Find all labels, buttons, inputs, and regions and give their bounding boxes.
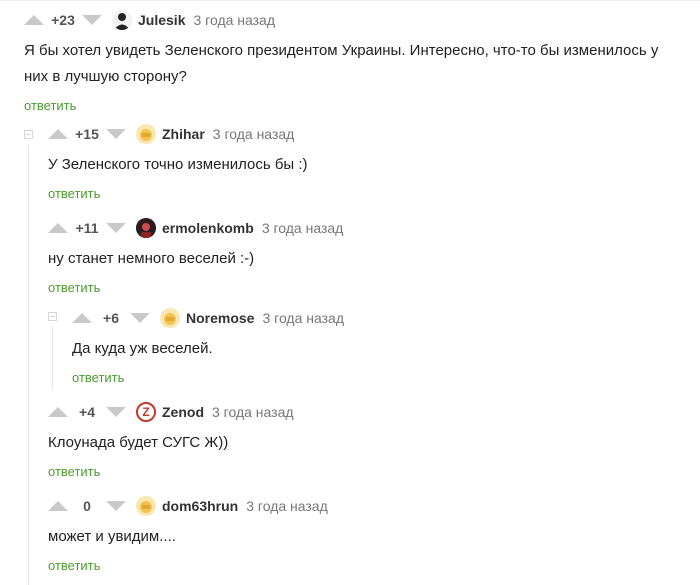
downvote-icon[interactable] xyxy=(106,129,126,139)
reply-link[interactable]: ответить xyxy=(48,186,100,201)
reply-link[interactable]: ответить xyxy=(48,464,100,479)
avatar[interactable]: Z xyxy=(136,402,156,422)
comment: +23 Julesik 3 года назад Я бы хотел увид… xyxy=(24,10,684,115)
upvote-icon[interactable] xyxy=(24,15,44,25)
collapse-thread-button[interactable] xyxy=(48,312,57,321)
author-name[interactable]: dom63hrun xyxy=(162,498,238,514)
comment: +11 ermolenkomb 3 года назад ну станет н… xyxy=(48,218,678,297)
comment-score: +15 xyxy=(75,126,99,142)
comment-time: 3 года назад xyxy=(262,310,345,326)
reply-link[interactable]: ответить xyxy=(48,558,100,573)
author-name[interactable]: Zhihar xyxy=(162,126,205,142)
avatar[interactable] xyxy=(136,496,156,516)
default-avatar-icon xyxy=(164,313,176,325)
author-name[interactable]: ermolenkomb xyxy=(162,220,254,236)
default-avatar-icon xyxy=(140,129,152,141)
comment-header: +15 Zhihar 3 года назад xyxy=(48,124,678,144)
comment-score: +23 xyxy=(51,12,75,28)
comment-time: 3 года назад xyxy=(246,498,328,514)
downvote-icon[interactable] xyxy=(106,223,126,233)
comment-text: ну станет немного веселей :-) xyxy=(48,250,255,267)
downvote-icon[interactable] xyxy=(106,407,126,417)
downvote-icon[interactable] xyxy=(106,501,126,511)
thread-line xyxy=(28,145,29,585)
avatar[interactable] xyxy=(136,218,156,238)
default-avatar-icon xyxy=(140,501,152,513)
comment-text: Я бы хотел увидеть Зеленского президенто… xyxy=(24,42,659,85)
upvote-icon[interactable] xyxy=(72,313,92,323)
comment: 0 dom63hrun 3 года назад может и увидим.… xyxy=(48,496,678,575)
comment-time: 3 года назад xyxy=(212,126,295,142)
downvote-icon[interactable] xyxy=(82,15,102,25)
comment-header: 0 dom63hrun 3 года назад xyxy=(48,496,678,516)
author-name[interactable]: Julesik xyxy=(138,12,185,28)
comment-score: +11 xyxy=(75,220,99,236)
upvote-icon[interactable] xyxy=(48,223,68,233)
upvote-icon[interactable] xyxy=(48,501,68,511)
comment-time: 3 года назад xyxy=(212,404,294,420)
comment-time: 3 года назад xyxy=(261,220,344,236)
top-divider xyxy=(0,0,700,1)
upvote-icon[interactable] xyxy=(48,407,68,417)
comment-text: Да куда уж веселей. xyxy=(72,340,213,357)
comment-score: 0 xyxy=(83,498,91,514)
comment-header: +23 Julesik 3 года назад xyxy=(24,10,684,30)
comment-header: +4 Z Zenod 3 года назад xyxy=(48,402,678,422)
comment-text: может и увидим.... xyxy=(48,528,176,545)
comment-text: У Зеленского точно изменилось бы :) xyxy=(48,156,308,173)
thread-line xyxy=(52,326,53,390)
avatar[interactable] xyxy=(160,308,180,328)
downvote-icon[interactable] xyxy=(130,313,150,323)
author-name[interactable]: Noremose xyxy=(186,310,254,326)
comment-score: +6 xyxy=(103,310,119,326)
comment-text: Клоунада будет СУГС Ж)) xyxy=(48,434,229,451)
avatar[interactable] xyxy=(136,124,156,144)
collapse-thread-button[interactable] xyxy=(24,130,33,139)
comment-header: +6 Noremose 3 года назад xyxy=(72,308,672,328)
reply-link[interactable]: ответить xyxy=(72,370,124,385)
comment: +6 Noremose 3 года назад Да куда уж весе… xyxy=(72,308,672,387)
z-logo-icon: Z xyxy=(142,405,150,419)
reply-link[interactable]: ответить xyxy=(48,280,100,295)
author-name[interactable]: Zenod xyxy=(162,404,204,420)
user-avatar-icon xyxy=(136,218,156,238)
comment: +4 Z Zenod 3 года назад Клоунада будет С… xyxy=(48,402,678,481)
comment-time: 3 года назад xyxy=(193,12,276,28)
upvote-icon[interactable] xyxy=(48,129,68,139)
user-avatar-icon xyxy=(114,13,130,30)
comment-header: +11 ermolenkomb 3 года назад xyxy=(48,218,678,238)
comment-score: +4 xyxy=(79,404,95,420)
comment: +15 Zhihar 3 года назад У Зеленского точ… xyxy=(48,124,678,203)
avatar[interactable] xyxy=(112,10,132,30)
reply-link[interactable]: ответить xyxy=(24,98,76,113)
